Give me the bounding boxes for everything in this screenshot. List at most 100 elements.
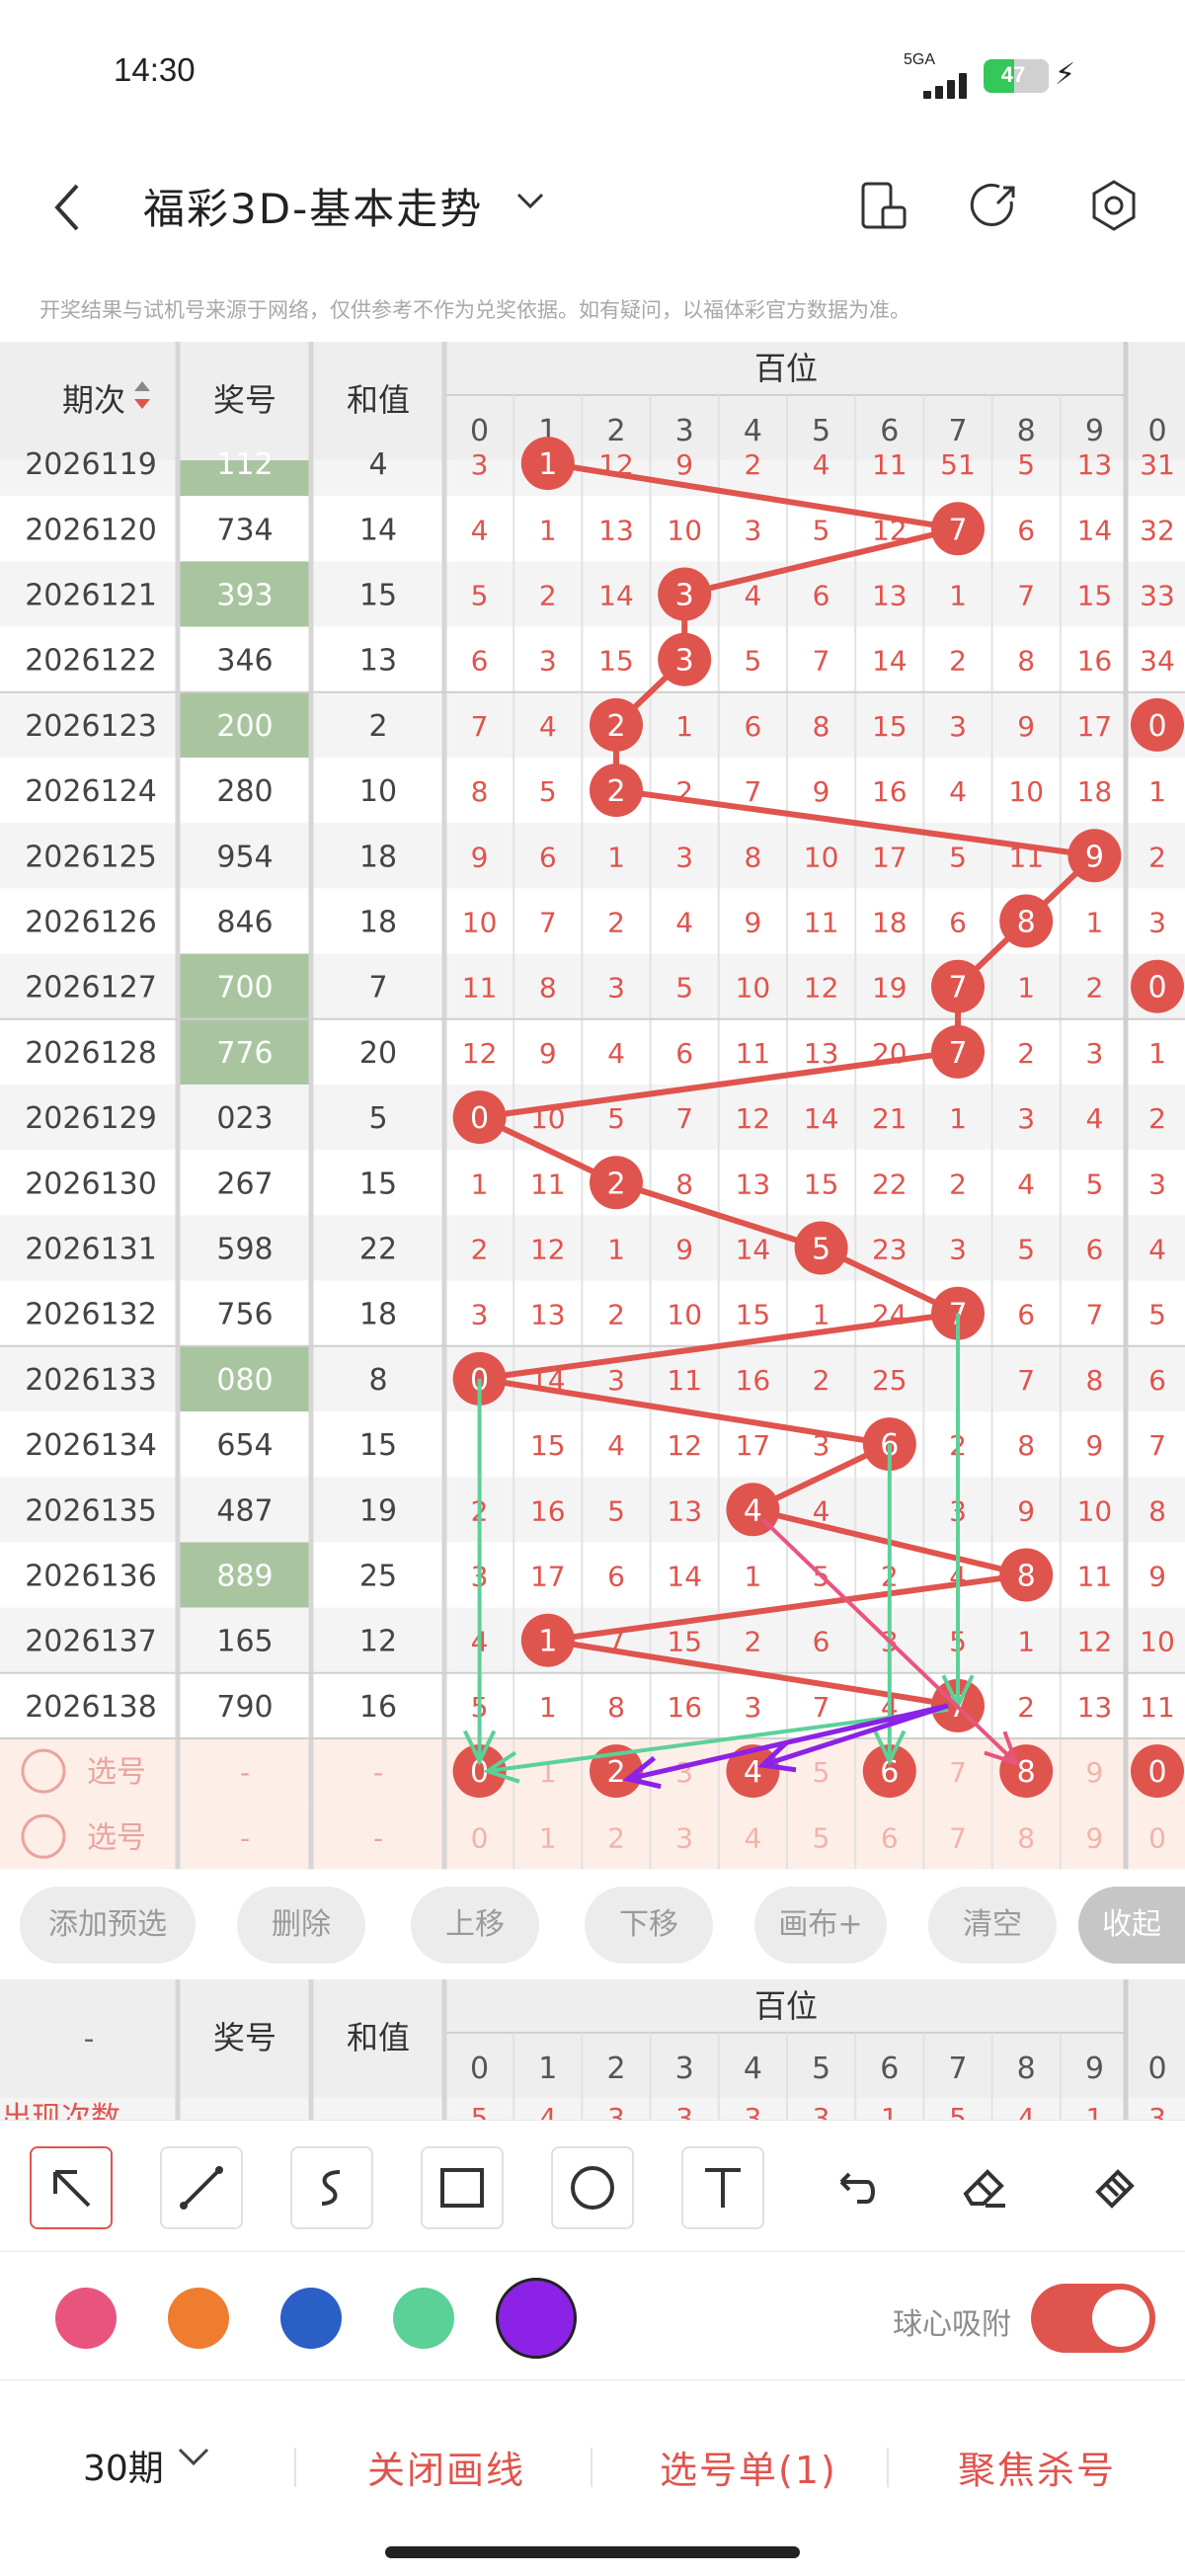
circle-tool-icon[interactable] — [551, 2146, 634, 2229]
color-swatch-purple[interactable] — [496, 2278, 577, 2359]
omission-cell: 11 — [667, 1364, 702, 1397]
omission-cell: 12 — [736, 1102, 771, 1135]
omission-cell: 13 — [872, 580, 908, 612]
stats-digit-header: 0 — [1147, 2052, 1166, 2086]
number-ball-text: 2 — [606, 1167, 625, 1201]
period-cell: 2026132 — [25, 1298, 157, 1332]
text-tool-icon[interactable] — [681, 2146, 764, 2229]
omission-cell: 9 — [675, 448, 693, 481]
home-indicator — [385, 2546, 800, 2558]
line-tool-icon[interactable] — [160, 2146, 243, 2229]
collapse-button[interactable]: 收起 — [1078, 1887, 1185, 1964]
draw-number-cell: 598 — [216, 1233, 273, 1267]
omission-cell: 3 — [949, 710, 967, 743]
close-lines-button[interactable]: 关闭画线 — [367, 2440, 525, 2494]
delete-button[interactable]: 删除 — [237, 1887, 365, 1964]
draw-number-cell: 200 — [216, 709, 273, 744]
network-type: 5GA — [904, 51, 936, 68]
draw-number-cell: 165 — [216, 1625, 273, 1659]
snap-to-center-toggle[interactable] — [1031, 2284, 1155, 2353]
canvas-plus-button[interactable]: 画布+ — [754, 1887, 887, 1964]
move-down-button[interactable]: 下移 — [585, 1887, 713, 1964]
stats-value: 3 — [1148, 2102, 1166, 2120]
page-title[interactable]: 福彩3D-基本走势 — [143, 176, 483, 236]
color-swatch-blue[interactable] — [280, 2288, 342, 2349]
eraser-icon[interactable] — [942, 2146, 1025, 2229]
omission-cell: 7 — [1017, 580, 1035, 612]
sum-cell: 5 — [368, 1101, 387, 1136]
omission-cell: 11 — [1077, 1561, 1113, 1593]
number-ball-text: 2 — [606, 774, 625, 809]
omission-cell: 14 — [804, 1102, 839, 1135]
trend-grid[interactable]: 期次 奖号 和值百位0 1 2 3 4 5 6 7 8 9 02026119 112 4 3 12 9 2 4 11 51… — [0, 342, 1185, 1871]
number-ball-text: 7 — [948, 513, 967, 547]
chevron-down-icon[interactable] — [176, 2438, 211, 2481]
nav-bar: 福彩3D-基本走势 — [0, 148, 1185, 267]
omission-cell: 3 — [744, 1691, 761, 1724]
omission-cell: 11 — [804, 907, 839, 939]
number-ball-text: 8 — [1017, 906, 1036, 940]
draw-number-cell: 080 — [216, 1363, 273, 1398]
omission-cell: 15 — [667, 1626, 702, 1658]
omission-cell: 3 — [539, 645, 557, 678]
omission-cell: 2 — [471, 1234, 489, 1266]
orientation-icon[interactable] — [855, 178, 910, 233]
omission-cell: 13 — [804, 1037, 839, 1070]
clear-canvas-icon[interactable] — [1072, 2146, 1155, 2229]
select-dash: - — [240, 1821, 250, 1854]
sum-cell: 18 — [359, 906, 397, 940]
add-preselect-button[interactable]: 添加预选 — [20, 1887, 196, 1964]
selected-ball-text: 8 — [1017, 1755, 1036, 1790]
omission-cell: 7 — [471, 710, 489, 743]
omission-cell: 15 — [530, 1429, 566, 1462]
trend-chart[interactable]: 期次 奖号 和值 百位 0 1 2 3 4 5 6 7 8 9 0 2026119 112 4 3 12 9 2 4 11 51… — [0, 342, 1185, 1871]
draw-number-cell: 023 — [216, 1101, 273, 1136]
color-swatch-pink[interactable] — [55, 2288, 117, 2349]
omission-cell: 8 — [675, 1167, 693, 1200]
freehand-tool-icon[interactable] — [290, 2146, 373, 2229]
selection-list-button[interactable]: 选号单(1) — [660, 2440, 837, 2494]
omission-cell: 7 — [813, 1691, 830, 1724]
sum-cell: 12 — [359, 1625, 397, 1659]
omission-cell: 16 — [1077, 645, 1113, 678]
omission-cell: 6 — [675, 1037, 693, 1070]
draw-number-cell: 776 — [216, 1036, 273, 1071]
omission-cell: 3 — [1085, 1037, 1103, 1070]
number-ball-text: 3 — [675, 579, 694, 613]
rectangle-tool-icon[interactable] — [421, 2146, 504, 2229]
omission-cell: 7 — [1085, 1299, 1103, 1331]
sum-cell: 4 — [368, 447, 387, 482]
extra-cell: 11 — [1140, 1691, 1175, 1724]
share-icon[interactable] — [968, 178, 1023, 233]
stats-col-sum: 和值 — [347, 2019, 410, 2056]
omission-cell: 16 — [872, 775, 908, 808]
omission-cell: 6 — [813, 1626, 830, 1658]
move-up-button[interactable]: 上移 — [411, 1887, 539, 1964]
period-count-select[interactable]: 30期 — [83, 2440, 164, 2491]
omission-cell: 4 — [813, 448, 830, 481]
omission-cell: 6 — [949, 907, 967, 939]
title-chevron-down-icon[interactable] — [514, 184, 547, 226]
digit-header: 5 — [812, 414, 830, 448]
back-button[interactable] — [47, 178, 97, 237]
omission-cell: 9 — [1017, 710, 1035, 743]
clear-button[interactable]: 清空 — [928, 1887, 1057, 1964]
arrow-tool-icon[interactable] — [30, 2146, 113, 2229]
omission-cell: 22 — [872, 1167, 908, 1200]
color-swatch-green[interactable] — [393, 2288, 454, 2349]
omission-cell: 8 — [607, 1691, 625, 1724]
sum-cell: 13 — [359, 644, 397, 679]
col-sum-header: 和值 — [347, 381, 410, 419]
select-cell: 7 — [949, 1821, 967, 1854]
focus-kill-button[interactable]: 聚焦杀号 — [958, 2440, 1116, 2494]
omission-cell: 8 — [471, 775, 489, 808]
period-cell: 2026119 — [25, 447, 157, 482]
color-swatch-orange[interactable] — [168, 2288, 229, 2349]
omission-cell: 2 — [744, 1626, 761, 1658]
omission-cell: 17 — [736, 1429, 771, 1462]
digit-header: 0 — [470, 414, 489, 448]
omission-cell: 7 — [813, 645, 830, 678]
omission-cell: 2 — [1085, 972, 1103, 1005]
undo-icon[interactable] — [812, 2146, 895, 2229]
settings-icon[interactable] — [1086, 178, 1142, 233]
